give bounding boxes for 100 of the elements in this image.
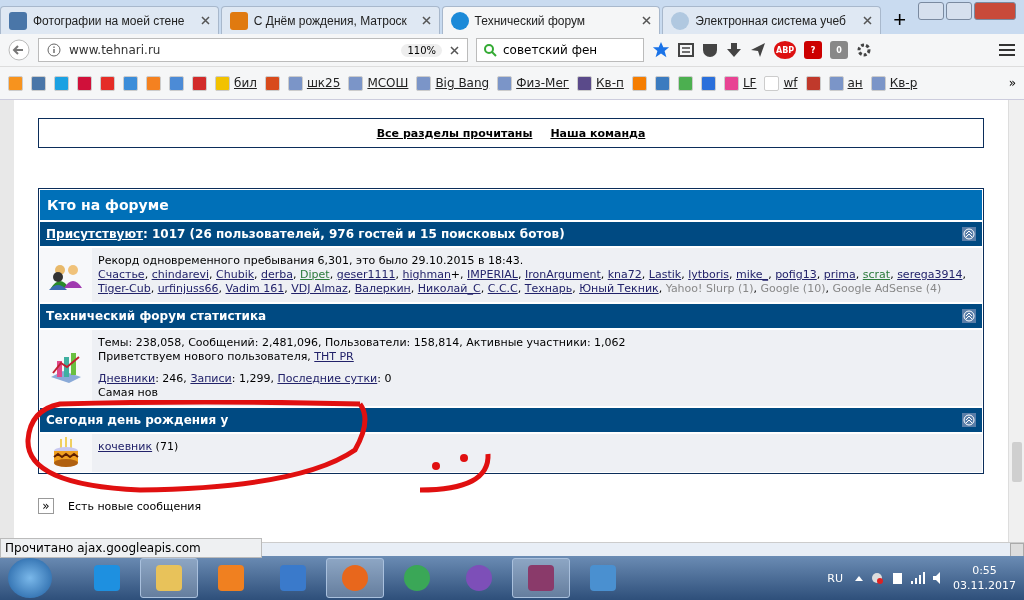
link[interactable]: Присутствуют [46,227,144,241]
search-icon [483,43,497,57]
user-link[interactable]: IronArgument [524,268,601,281]
list-icon[interactable] [678,42,694,58]
bookmark[interactable]: шк25 [287,75,341,91]
user-link[interactable]: Юный Текник [579,282,659,295]
bookmark-icon[interactable] [654,75,670,91]
maximize-button[interactable] [946,2,972,20]
app-icon [588,563,618,593]
bookmark-icon[interactable] [8,75,23,91]
bookmark-icon[interactable] [700,75,716,91]
user-link[interactable]: chindarevi [151,268,210,281]
new-tab-button[interactable]: + [883,6,916,34]
bookmark[interactable]: Big Bang [416,75,490,91]
user-link[interactable]: kna72 [607,268,642,281]
search-field[interactable]: советский фен [476,38,644,62]
app-icon [216,563,246,593]
bookmark-icon[interactable] [631,75,647,91]
update-badge[interactable]: ? [804,41,823,59]
info-line: Темы: 238,058, Сообщений: 2,481,096, Пользователи: 158,814, Активные участники: 1,062 [98,336,627,350]
collapse-icon[interactable] [962,413,976,427]
bookmark[interactable]: Кв-р [870,75,918,91]
close-icon[interactable] [450,45,459,55]
browser-tab[interactable]: Фотографии на моей стене [0,6,219,34]
close-icon[interactable] [200,16,210,25]
bookmark[interactable]: ан [828,75,863,91]
zoom-level[interactable]: 110% [401,43,442,57]
link[interactable]: Наша команда [550,126,646,140]
info-line: Самая нов [98,386,159,400]
site-icon [9,11,27,30]
app-icon [92,563,122,593]
info-line: Приветствуем нового пользователя, THT PR [98,350,355,364]
browser-tab[interactable]: Электронная система учеб [662,6,882,34]
bookmark-icon[interactable] [264,75,280,91]
download-icon[interactable] [726,42,742,58]
browser-tab[interactable]: С Днём рождения, Матроск [220,6,440,34]
user-link[interactable]: IMPERIAL [467,268,518,281]
address-field[interactable]: www.tehnari.ru 110% [38,38,468,62]
close-icon[interactable] [421,16,431,25]
bookmark[interactable]: бил [215,75,257,91]
bookmark-icon[interactable] [169,75,184,91]
info-line: кочевник (71) [98,440,180,454]
user-link[interactable]: urfinjuss66 [157,282,219,295]
language-indicator[interactable]: RU [827,571,843,585]
taskbar-app[interactable] [140,558,198,598]
user-link[interactable]: pofig13 [775,268,817,281]
section-title: Сегодня день рождения у [46,413,229,427]
info-line: Дневники: 246, Записи: 1,299, Последние сутки: 0 [98,372,393,386]
user-link[interactable]: Николай_С [417,282,481,295]
bookmark[interactable]: Физ-Мег [497,75,570,91]
expand-icon[interactable]: » [38,498,54,514]
user-link[interactable]: highman [402,268,451,281]
cake-icon [52,437,80,469]
counter-badge[interactable]: 0 [830,41,849,59]
link[interactable]: кочевник [98,440,153,453]
tray-icons[interactable] [853,570,943,586]
taskbar-app[interactable] [326,558,384,598]
collapse-icon[interactable] [962,309,976,323]
user-link[interactable]: prima [823,268,856,281]
user-link[interactable]: Dipet [300,268,330,281]
send-icon[interactable] [750,42,766,58]
star-icon[interactable] [652,41,670,59]
link[interactable]: Записи [190,372,232,385]
user-link[interactable]: C.C.C [487,282,518,295]
bookmark-icon[interactable] [805,75,821,91]
adblock-badge[interactable]: ABP [774,41,797,59]
more-bookmarks-button[interactable]: » [1008,76,1016,90]
minimize-button[interactable] [918,2,944,20]
bookmark-icon[interactable] [100,75,115,91]
bookmark[interactable]: LF [723,75,757,91]
bookmark[interactable]: Кв-п [577,75,624,91]
bookmark-icon[interactable] [77,75,92,91]
menu-icon[interactable] [998,42,1016,58]
section-title: Присутствуют: 1017 (26 пользователей, 976 гостей и 15 поисковых ботов) [46,227,565,241]
bookmark-icon[interactable] [146,75,161,91]
bookmark[interactable]: МСОШ [348,75,409,91]
close-icon[interactable] [863,16,873,25]
url-text: www.tehnari.ru [69,43,162,57]
collapse-icon[interactable] [962,227,976,241]
back-icon[interactable] [8,39,30,61]
site-icon [671,11,690,30]
search-input[interactable]: советский фен [501,42,625,58]
bookmark-icon[interactable] [123,75,138,91]
user-link[interactable]: Счастье [98,268,145,281]
user-link[interactable]: Валеркин [354,282,411,295]
bookmark[interactable]: wf [764,75,798,91]
link[interactable]: Все разделы прочитаны [376,126,533,140]
bookmark-icon[interactable] [31,75,46,91]
taskbar-app[interactable] [512,558,570,598]
bookmark-icon[interactable] [677,75,693,91]
start-button[interactable] [8,558,52,598]
bookmark-icon[interactable] [192,75,207,91]
close-icon[interactable] [642,16,652,25]
link[interactable]: THT PR [314,350,354,363]
bookmark-icon[interactable] [54,75,69,91]
user-link[interactable]: Tiger-Cub [98,282,151,295]
smiley-drawing [419,453,491,493]
user-link[interactable]: VDJ Almaz [291,282,348,295]
user-link[interactable]: derba [261,268,294,281]
browser-tab[interactable]: Технический форум [441,6,661,34]
